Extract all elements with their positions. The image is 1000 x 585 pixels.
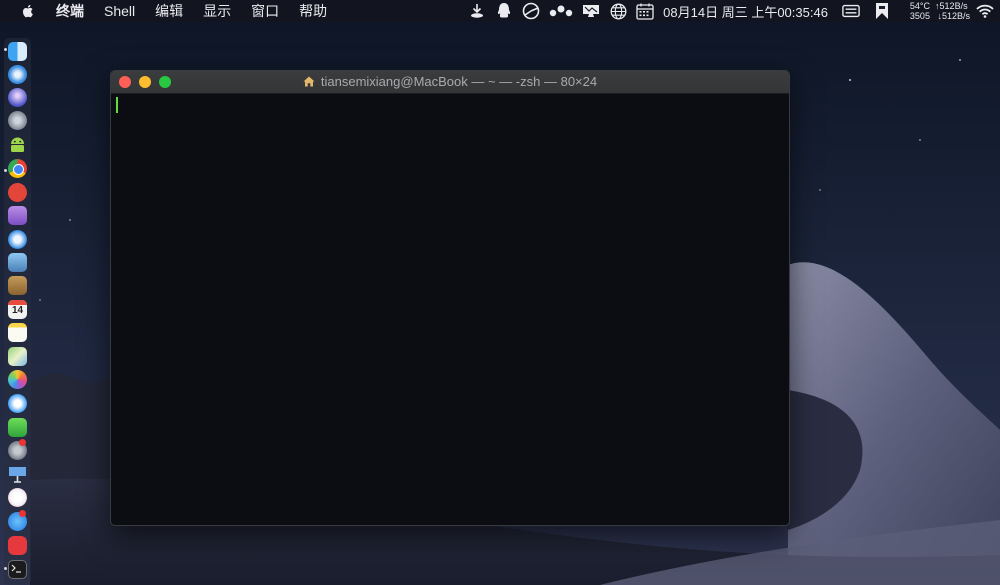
siri-icon[interactable] [8, 88, 27, 107]
system-preferences-icon[interactable] [8, 439, 27, 460]
window-titlebar[interactable]: tiansemixiang@MacBook — ~ — -zsh — 80×24 [111, 71, 789, 94]
music-icon[interactable] [8, 488, 27, 507]
dots-icon[interactable] [549, 2, 573, 20]
pie-icon[interactable] [522, 2, 540, 20]
menu-app-name[interactable]: 终端 [56, 0, 84, 22]
bookmark-icon[interactable] [873, 2, 891, 20]
menu-view[interactable]: 显示 [203, 0, 231, 22]
qq-icon[interactable] [495, 2, 513, 20]
wifi-icon[interactable] [976, 2, 994, 20]
vivaldi-icon[interactable] [8, 536, 27, 555]
download-icon[interactable] [468, 2, 486, 20]
fan-speed: 3505 [909, 11, 930, 21]
display-icon[interactable] [582, 2, 600, 20]
finder-icon[interactable] [8, 42, 27, 61]
keynote-icon[interactable] [8, 465, 27, 484]
notification-badge [19, 510, 26, 517]
launchpad-icon[interactable] [8, 111, 27, 130]
window-title: tiansemixiang@MacBook — ~ — -zsh — 80×24 [111, 71, 789, 93]
menu-bar: 终端 Shell 编辑 显示 窗口 帮助 08月14日 周三 上午00:35:4… [0, 0, 1000, 22]
running-indicator [4, 567, 7, 570]
running-indicator [4, 48, 7, 51]
switch-icon[interactable] [842, 2, 860, 20]
simulator-icon[interactable] [8, 206, 27, 225]
app-icon[interactable] [8, 183, 27, 202]
calendar-day: 14 [11, 305, 24, 316]
terminal-window[interactable]: tiansemixiang@MacBook — ~ — -zsh — 80×24 [110, 70, 790, 526]
safari-compass-icon[interactable] [8, 230, 27, 249]
cpu-temp: 54°C [909, 1, 931, 11]
android-icon[interactable] [8, 134, 27, 153]
maps-icon[interactable] [8, 347, 27, 366]
home-icon [303, 76, 315, 87]
menu-edit[interactable]: 编辑 [155, 0, 183, 22]
menubar-clock[interactable]: 08月14日 周三 上午00:35:46 [663, 2, 828, 21]
terminal-icon[interactable] [8, 560, 27, 579]
apple-icon[interactable] [20, 3, 36, 19]
terminal-content[interactable] [111, 94, 789, 525]
menu-help[interactable]: 帮助 [299, 0, 327, 22]
system-stats[interactable]: 54°C ↑512B/s 3505 ↓512B/s [910, 1, 970, 21]
net-up: ↑512B/s [935, 1, 968, 11]
notes-icon[interactable] [8, 276, 27, 295]
globe-icon[interactable] [609, 2, 627, 20]
menu-window[interactable]: 窗口 [251, 0, 279, 22]
net-down: ↓512B/s [937, 11, 970, 21]
messages-icon[interactable] [8, 394, 27, 413]
window-title-text: tiansemixiang@MacBook — ~ — -zsh — 80×24 [320, 74, 598, 89]
desktop: 终端 Shell 编辑 显示 窗口 帮助 08月14日 周三 上午00:35:4… [0, 0, 1000, 585]
notepad-icon[interactable] [8, 323, 27, 342]
facetime-icon[interactable] [8, 418, 27, 437]
menu-shell[interactable]: Shell [104, 0, 135, 22]
calendar-app-icon[interactable]: 14 [8, 300, 27, 319]
dock: 14 [4, 38, 31, 585]
photos-icon[interactable] [8, 370, 27, 389]
text-cursor [116, 97, 118, 113]
safari-icon[interactable] [8, 65, 27, 84]
chrome-icon[interactable] [8, 159, 27, 178]
notification-badge [19, 439, 26, 446]
appstore-icon[interactable] [8, 510, 27, 531]
running-indicator [4, 169, 7, 172]
preview-icon[interactable] [8, 253, 27, 272]
calendar-icon[interactable] [636, 2, 654, 20]
